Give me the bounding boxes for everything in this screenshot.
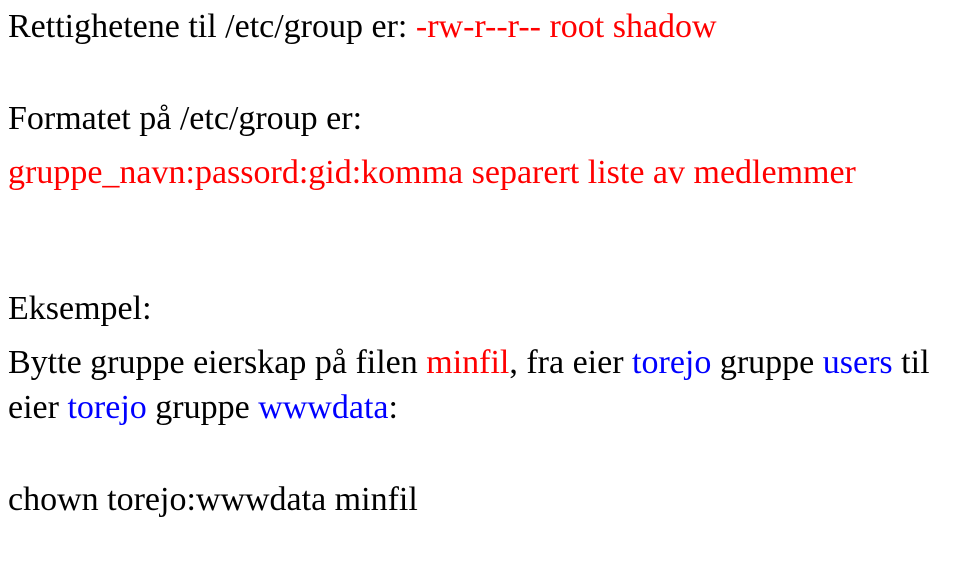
spacer [8,204,952,286]
group-to: wwwdata [258,389,388,426]
spacer [8,58,952,96]
format-value: gruppe_navn:passord:gid:komma separert l… [8,150,952,196]
example-label: Eksempel: [8,286,952,332]
permissions-label: Rettighetene til /etc/group er: [8,8,416,45]
permissions-line: Rettighetene til /etc/group er: -rw-r--r… [8,4,952,50]
group-from: users [823,344,893,381]
text-fragment: gruppe [147,389,258,426]
owner-to: torejo [67,389,146,426]
filename: minfil [426,344,509,381]
text-fragment: , fra eier [509,344,632,381]
text-fragment: : [388,389,397,426]
permissions-value: -rw-r--r-- root shadow [416,8,717,45]
example-description: Bytte gruppe eierskap på filen minfil, f… [8,340,952,432]
text-fragment: Bytte gruppe eierskap på filen [8,344,426,381]
spacer [8,439,952,477]
command-line: chown torejo:wwwdata minfil [8,477,952,523]
format-label: Formatet på /etc/group er: [8,96,952,142]
owner-from: torejo [632,344,711,381]
text-fragment: gruppe [711,344,822,381]
